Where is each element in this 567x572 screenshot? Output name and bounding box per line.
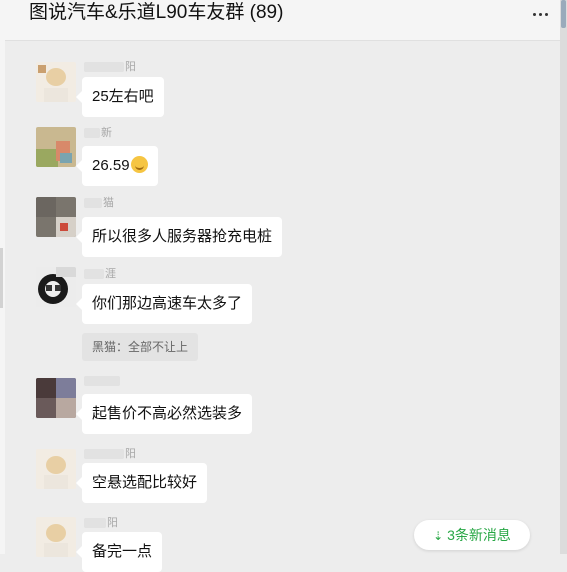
avatar-image (36, 517, 76, 557)
avatar[interactable] (36, 197, 76, 237)
message-bubble[interactable]: 你们那边高速车太多了 (75, 284, 253, 324)
message-text: 25左右吧 (92, 88, 154, 105)
avatar-image (36, 127, 76, 167)
message-bubble[interactable]: 25左右吧 (76, 77, 164, 117)
scroll-thumb[interactable] (561, 0, 566, 28)
scrollbar[interactable] (560, 0, 567, 554)
avatar[interactable] (36, 127, 76, 167)
avatar[interactable] (36, 517, 76, 557)
sender-name: 阳 (84, 514, 118, 529)
sender-name: 新 (84, 124, 112, 139)
double-chevron-down-icon: ⇣ (433, 529, 444, 543)
more-dot-icon (544, 12, 548, 16)
new-messages-button[interactable]: ⇣ 3条新消息 (414, 520, 530, 550)
sender-name: 涯 (84, 265, 116, 280)
avatar-image (36, 267, 76, 307)
message-text: 备完一点 (92, 543, 153, 560)
quote-text: 黑猫：全部不让上 (92, 340, 189, 354)
message-bubble[interactable]: 起售价不高必然选装多 (75, 394, 253, 434)
panel-resize-mark (0, 248, 3, 308)
message-text: 起售价不高必然选装多 (92, 405, 243, 422)
sender-name: 阳 (84, 58, 136, 73)
message-text: 你们那边高速车太多了 (92, 295, 243, 312)
message-bubble[interactable]: 备完一点 (75, 532, 163, 572)
new-messages-label: 3条新消息 (447, 527, 511, 543)
quoted-reply[interactable]: 黑猫：全部不让上 (82, 333, 199, 361)
message-bubble[interactable]: 26.59 (76, 146, 158, 186)
avatar[interactable] (36, 378, 76, 418)
message-text: 空悬选配比较好 (92, 474, 198, 491)
sender-name: 猫 (84, 194, 114, 209)
chat-header: 图说汽车&乐道L90车友群 (89) (5, 0, 560, 41)
more-dot-icon (532, 12, 536, 16)
left-panel-edge (0, 0, 5, 554)
message-bubble[interactable]: 空悬选配比较好 (75, 463, 208, 503)
avatar[interactable] (36, 267, 76, 307)
message-bubble[interactable]: 所以很多人服务器抢充电桩 (75, 217, 283, 257)
chat-title: 图说汽车&乐道L90车友群 (89) (29, 2, 284, 23)
avatar-image (36, 378, 76, 418)
avatar-image (36, 449, 76, 489)
more-options-button[interactable] (528, 4, 552, 24)
avatar[interactable] (36, 449, 76, 489)
sender-name: 阳 (84, 445, 136, 460)
smile-emoji-icon (130, 156, 148, 173)
more-dot-icon (538, 12, 542, 16)
message-text: 所以很多人服务器抢充电桩 (92, 228, 273, 245)
avatar[interactable] (36, 62, 76, 102)
sender-name (84, 375, 121, 387)
avatar-image (36, 197, 76, 237)
message-text: 26.59 (92, 157, 130, 174)
avatar-image (36, 62, 76, 102)
